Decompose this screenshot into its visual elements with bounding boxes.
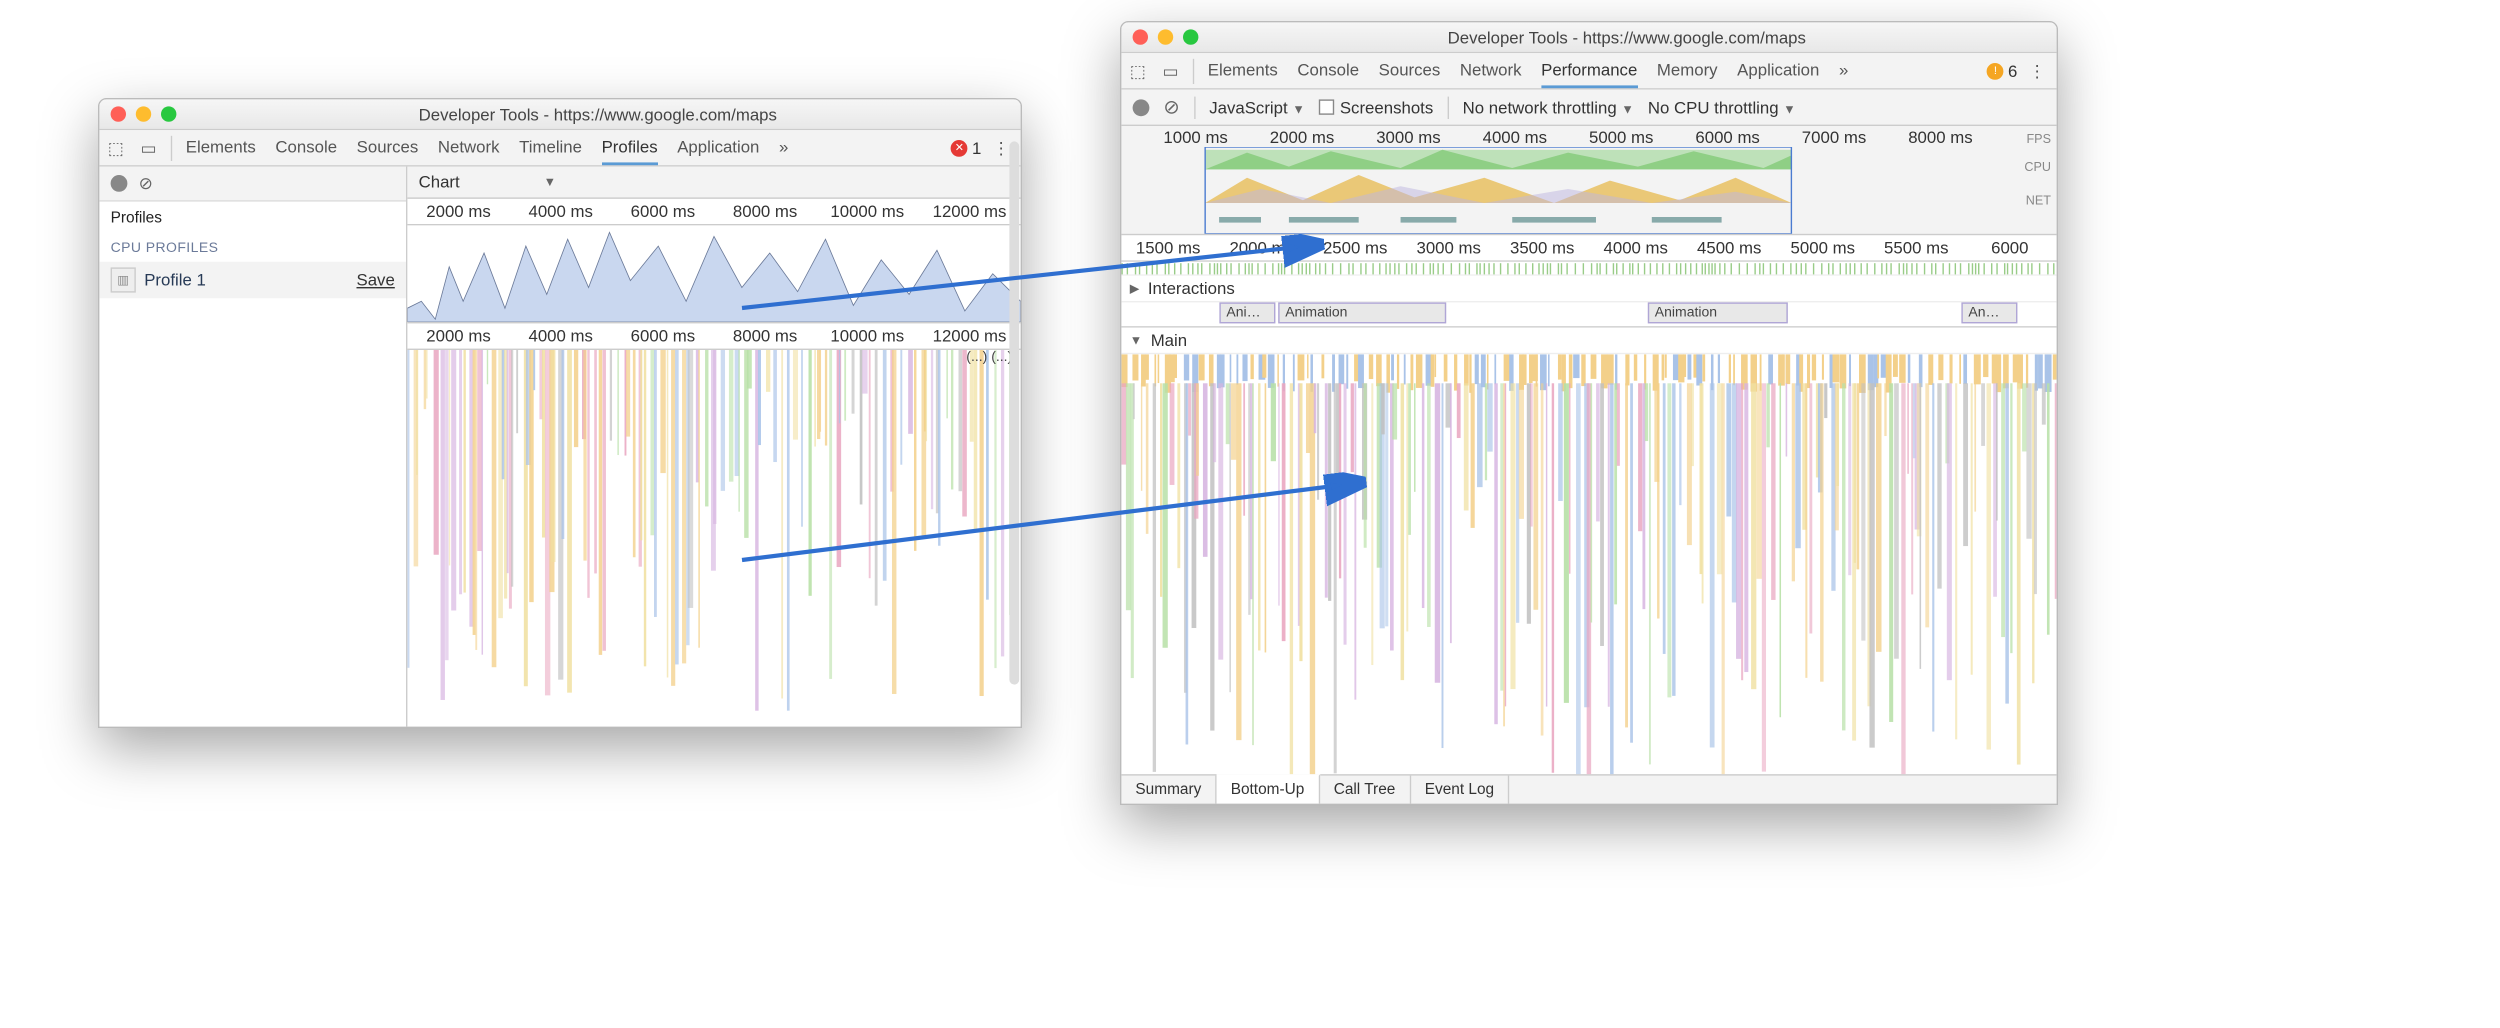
tab-performance[interactable]: Performance <box>1541 60 1637 88</box>
tab-calltree[interactable]: Call Tree <box>1320 776 1411 804</box>
profile-name: Profile 1 <box>144 270 348 290</box>
clear-icon[interactable]: ⊘ <box>139 174 153 194</box>
tab-bottomup[interactable]: Bottom-Up <box>1217 774 1320 803</box>
tab-application[interactable]: Application <box>1737 60 1819 81</box>
tab-network[interactable]: Network <box>438 137 500 158</box>
record-icon[interactable] <box>111 175 128 192</box>
tab-sources[interactable]: Sources <box>1379 60 1441 81</box>
panel-tabbar: ⬚ ▭ Elements Console Sources Network Per… <box>1121 53 2056 89</box>
chevron-down-icon: ▼ <box>1130 333 1142 347</box>
view-dropdown[interactable]: Chart▼ <box>407 167 1020 199</box>
profile-icon: ▥ <box>111 267 136 292</box>
device-icon[interactable]: ▭ <box>1154 61 1187 81</box>
inspect-icon[interactable]: ⬚ <box>1121 61 1154 81</box>
window-title: Developer Tools - https://www.google.com… <box>186 104 1009 124</box>
details-tabs: Summary Bottom-Up Call Tree Event Log <box>1121 774 2056 803</box>
network-throttle[interactable]: No network throttling ▼ <box>1463 97 1634 117</box>
flame-ruler: 2000 ms4000 ms6000 ms 8000 ms10000 ms120… <box>407 323 1020 350</box>
main-flame-chart[interactable] <box>1121 354 2056 774</box>
titlebar[interactable]: Developer Tools - https://www.google.com… <box>99 99 1020 130</box>
zoom-icon[interactable] <box>161 106 176 121</box>
perf-toolbar: ⊘ JavaScript ▼ Screenshots No network th… <box>1121 90 2056 126</box>
animation-segments: Ani…ion Animation Animation An…on <box>1121 302 2056 327</box>
minimize-icon[interactable] <box>1158 29 1173 44</box>
capture-dropdown[interactable]: JavaScript ▼ <box>1209 97 1305 117</box>
interactions-track[interactable]: ▶ Interactions <box>1121 276 2056 303</box>
error-badge[interactable]: ✕1 <box>951 138 981 158</box>
scrollbar[interactable] <box>1009 141 1019 684</box>
scrubber-track[interactable] <box>1121 262 2056 276</box>
screenshots-toggle[interactable]: Screenshots <box>1319 97 1433 117</box>
overview-minimap[interactable]: 1000 ms2000 ms 3000 ms4000 ms 5000 ms600… <box>1121 126 2056 235</box>
fps-label: FPS <box>2026 132 2051 146</box>
tabs-overflow[interactable]: » <box>1839 60 1848 81</box>
profile-main: Chart▼ 2000 ms4000 ms6000 ms 8000 ms1000… <box>407 167 1020 727</box>
main-track[interactable]: ▼ Main <box>1121 328 2056 355</box>
tab-eventlog[interactable]: Event Log <box>1411 776 1510 804</box>
close-icon[interactable] <box>111 106 126 121</box>
tab-network[interactable]: Network <box>1460 60 1522 81</box>
minimize-icon[interactable] <box>136 106 151 121</box>
inspect-icon[interactable]: ⬚ <box>99 138 132 158</box>
warn-badge[interactable]: !6 <box>1987 61 2017 81</box>
profiles-sidebar: ⊘ Profiles CPU PROFILES ▥ Profile 1 Save <box>99 167 407 727</box>
cpu-overview-chart[interactable] <box>407 225 1020 323</box>
net-label: NET <box>2026 193 2051 207</box>
menu-icon[interactable]: ⋮ <box>2017 61 2056 81</box>
tab-elements[interactable]: Elements <box>1208 60 1278 81</box>
tab-timeline[interactable]: Timeline <box>519 137 582 158</box>
tab-sources[interactable]: Sources <box>357 137 419 158</box>
record-icon[interactable] <box>1133 99 1150 116</box>
cpu-throttle[interactable]: No CPU throttling ▼ <box>1648 97 1796 117</box>
tab-profiles[interactable]: Profiles <box>602 137 658 165</box>
zoom-icon[interactable] <box>1183 29 1198 44</box>
save-link[interactable]: Save <box>356 270 394 290</box>
tab-console[interactable]: Console <box>1297 60 1359 81</box>
tab-application[interactable]: Application <box>677 137 759 158</box>
devtools-window-performance: Developer Tools - https://www.google.com… <box>1120 21 2058 805</box>
tab-memory[interactable]: Memory <box>1657 60 1718 81</box>
titlebar[interactable]: Developer Tools - https://www.google.com… <box>1121 22 2056 53</box>
devtools-window-profiles: Developer Tools - https://www.google.com… <box>98 98 1022 728</box>
tab-console[interactable]: Console <box>275 137 337 158</box>
tab-summary[interactable]: Summary <box>1121 776 1216 804</box>
window-title: Developer Tools - https://www.google.com… <box>1208 27 2045 47</box>
close-icon[interactable] <box>1133 29 1148 44</box>
clear-icon[interactable]: ⊘ <box>1163 95 1179 119</box>
chevron-right-icon: ▶ <box>1130 281 1140 296</box>
device-icon[interactable]: ▭ <box>132 138 165 158</box>
tab-elements[interactable]: Elements <box>186 137 256 158</box>
truncation-label: (...) (...) <box>966 350 1012 365</box>
overview-ruler: 2000 ms4000 ms6000 ms 8000 ms10000 ms120… <box>407 199 1020 226</box>
tabs-overflow[interactable]: » <box>779 137 788 158</box>
cpu-label: CPU <box>2024 160 2051 174</box>
profiles-section: CPU PROFILES <box>99 235 406 262</box>
profiles-heading: Profiles <box>99 202 406 236</box>
main-ruler: 1500 ms2000 ms2500 ms 3000 ms3500 ms4000… <box>1121 235 2056 262</box>
profile-row[interactable]: ▥ Profile 1 Save <box>99 262 406 298</box>
panel-tabbar: ⬚ ▭ Elements Console Sources Network Tim… <box>99 130 1020 166</box>
flame-chart[interactable]: (...) (...) <box>407 350 1020 727</box>
